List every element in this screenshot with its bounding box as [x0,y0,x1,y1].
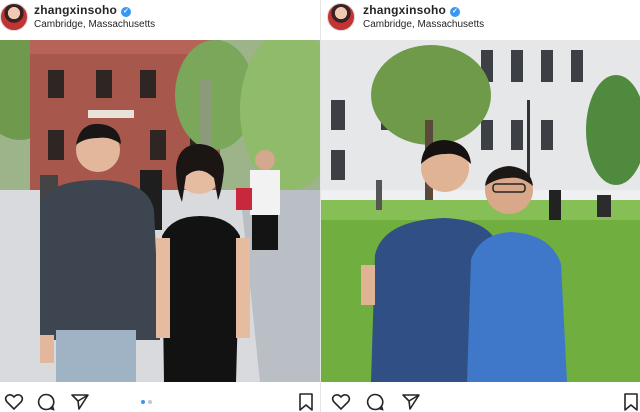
carousel-dot [148,400,152,404]
avatar[interactable] [327,3,355,31]
action-bar [321,386,640,412]
photo-couple-walking-campus [0,40,320,382]
location-text[interactable]: Cambridge, Massachusetts [34,19,155,30]
action-bar [0,386,320,412]
share-icon[interactable] [401,392,421,412]
heart-icon[interactable] [331,392,351,412]
share-icon[interactable] [70,392,90,412]
avatar[interactable] [0,3,28,31]
post-header: zhangxinsoho ✓ Cambridge, Massachusetts [0,0,320,38]
username-text[interactable]: zhangxinsoho [363,3,446,17]
location-text[interactable]: Cambridge, Massachusetts [363,19,484,30]
username[interactable]: zhangxinsoho ✓ [34,3,132,17]
bookmark-icon[interactable] [621,392,640,412]
username[interactable]: zhangxinsoho ✓ [363,3,461,17]
post-right: zhangxinsoho ✓ Cambridge, Massachusetts [320,0,640,412]
comment-icon[interactable] [365,392,385,412]
heart-icon[interactable] [4,392,24,412]
verified-badge-icon: ✓ [121,7,132,17]
carousel-dot [141,400,145,404]
post-photo[interactable] [0,40,320,382]
verified-badge-icon: ✓ [450,7,461,17]
post-left: zhangxinsoho ✓ Cambridge, Massachusetts [0,0,320,412]
post-header: zhangxinsoho ✓ Cambridge, Massachusetts [321,0,640,38]
username-text[interactable]: zhangxinsoho [34,3,117,17]
post-photo[interactable] [321,40,640,382]
photo-father-son-on-lawn [321,40,640,382]
carousel-indicator [141,400,181,406]
comment-icon[interactable] [36,392,56,412]
bookmark-icon[interactable] [296,392,316,412]
